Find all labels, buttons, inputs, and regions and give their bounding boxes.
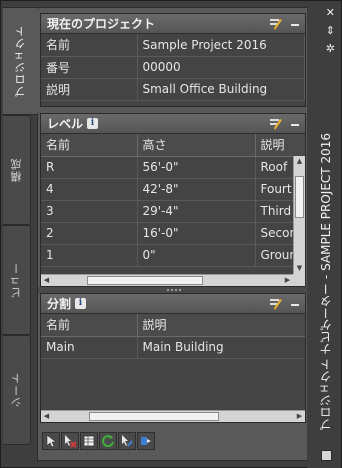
property-name: 名前 — [41, 34, 138, 57]
bottom-toolbar — [42, 432, 155, 454]
vertical-scrollbar[interactable]: ▲ ▼ — [293, 156, 305, 274]
tab-constructs-label: 構成 — [9, 158, 23, 182]
scroll-thumb[interactable] — [295, 176, 304, 218]
level-name: R — [41, 156, 138, 179]
level-height: 29'-4" — [137, 200, 256, 223]
level-height: 42'-8" — [137, 178, 256, 201]
column-header-description[interactable]: 説明 — [137, 314, 305, 337]
level-name: 1 — [41, 244, 138, 267]
palette-grip-icon[interactable] — [321, 450, 332, 461]
table-row[interactable]: 1 0" Groun — [41, 244, 305, 267]
edit-filter-icon[interactable] — [269, 297, 283, 311]
gear-icon[interactable]: ✲ — [326, 43, 335, 54]
current-project-section: 現在のプロジェクト 名前 Sample Project 2016 番号 0000… — [40, 13, 306, 107]
minimize-icon[interactable] — [291, 24, 299, 26]
palette-title-bar[interactable]: ✕ ⇕ ✲ プロジェクト ナビゲーター - SAMPLE PROJECT 201… — [307, 1, 341, 468]
divisions-section: 分割 i 名前 説明 Main Main Building ◀ ▶ — [40, 293, 306, 423]
levels-section: レベル i 名前 高さ 説明 R 56'-0" Roof 4 42'-8" Fo… — [40, 113, 306, 287]
table-row[interactable]: 3 29'-4" Third — [41, 200, 305, 223]
scroll-thumb[interactable] — [89, 412, 219, 421]
current-project-title: 現在のプロジェクト — [47, 17, 156, 31]
tab-views[interactable]: ビュー — [3, 225, 31, 335]
synchronize-icon[interactable] — [137, 432, 155, 450]
level-height: 16'-0" — [137, 222, 256, 245]
info-icon[interactable]: i — [87, 118, 99, 129]
divisions-header: 分割 i — [41, 294, 305, 314]
level-name: 4 — [41, 178, 138, 201]
property-value[interactable]: Small Office Building — [137, 78, 305, 101]
tab-views-label: ビュー — [9, 262, 23, 298]
edit-filter-icon[interactable] — [269, 17, 283, 31]
levels-header: レベル i — [41, 114, 305, 134]
level-name: 2 — [41, 222, 138, 245]
property-value[interactable]: Sample Project 2016 — [137, 34, 305, 57]
level-height: 0" — [137, 244, 256, 267]
table-row[interactable]: 番号 00000 — [41, 56, 305, 79]
property-name: 説明 — [41, 78, 138, 101]
repath-icon[interactable] — [118, 432, 136, 450]
info-icon[interactable]: i — [75, 298, 87, 309]
scroll-up-arrow-icon[interactable]: ▲ — [294, 156, 305, 167]
scroll-left-arrow-icon[interactable]: ◀ — [41, 411, 52, 422]
divisions-title: 分割 — [47, 297, 72, 311]
column-header-name[interactable]: 名前 — [41, 314, 138, 337]
table-row[interactable]: R 56'-0" Roof — [41, 156, 305, 179]
property-value[interactable]: 00000 — [137, 56, 305, 79]
tab-sheets[interactable]: シート — [3, 335, 31, 445]
tab-constructs[interactable]: 構成 — [3, 115, 31, 225]
division-description: Main Building — [137, 336, 305, 359]
select-icon[interactable] — [42, 432, 60, 450]
tab-sheets-label: シート — [9, 372, 23, 408]
scroll-right-arrow-icon[interactable]: ▶ — [294, 411, 305, 422]
table-row[interactable]: Main Main Building — [41, 336, 305, 359]
level-name: 3 — [41, 200, 138, 223]
current-project-table: 名前 Sample Project 2016 番号 00000 説明 Small… — [41, 34, 305, 101]
scroll-down-arrow-icon[interactable]: ▼ — [294, 263, 305, 274]
column-header-height[interactable]: 高さ — [137, 134, 256, 157]
table-row[interactable]: 4 42'-8" Fourt — [41, 178, 305, 201]
column-header-name[interactable]: 名前 — [41, 134, 138, 157]
tab-project[interactable]: プロジェクト — [3, 7, 39, 115]
side-tabs: プロジェクト 構成 ビュー シート — [3, 1, 39, 468]
levels-grid: 名前 高さ 説明 R 56'-0" Roof 4 42'-8" Fourt 3 … — [41, 134, 305, 286]
main-panel: 現在のプロジェクト 名前 Sample Project 2016 番号 0000… — [37, 7, 310, 461]
palette-title: プロジェクト ナビゲーター - SAMPLE PROJECT 2016 — [315, 133, 335, 431]
delete-icon[interactable] — [61, 432, 79, 450]
minimize-icon[interactable] — [291, 124, 299, 126]
column-header-description[interactable]: 説明 — [255, 134, 305, 157]
refresh-icon[interactable] — [99, 432, 117, 450]
project-navigator-palette: プロジェクト 構成 ビュー シート 現在のプロジェクト 名前 Sample Pr… — [0, 0, 342, 468]
table-icon[interactable] — [80, 432, 98, 450]
horizontal-scrollbar[interactable]: ◀ ▶ — [41, 274, 293, 286]
scroll-left-arrow-icon[interactable]: ◀ — [41, 275, 52, 286]
division-name: Main — [41, 336, 138, 359]
tab-project-label: プロジェクト — [14, 25, 27, 97]
current-project-header: 現在のプロジェクト — [41, 14, 305, 34]
minimize-icon[interactable] — [291, 304, 299, 306]
horizontal-scrollbar[interactable]: ◀ ▶ — [41, 410, 305, 422]
levels-title: レベル — [47, 117, 84, 131]
property-name: 番号 — [41, 56, 138, 79]
autohide-icon[interactable]: ⇕ — [326, 25, 335, 36]
divisions-grid: 名前 説明 Main Main Building ◀ ▶ — [41, 314, 305, 422]
table-row[interactable]: 説明 Small Office Building — [41, 78, 305, 101]
table-row[interactable]: 2 16'-0" Secor — [41, 222, 305, 245]
scroll-corner — [293, 274, 305, 286]
palette-title-text: プロジェクト ナビゲーター - SAMPLE PROJECT 2016 — [318, 133, 333, 431]
table-row[interactable]: 名前 Sample Project 2016 — [41, 34, 305, 57]
scroll-thumb[interactable] — [87, 276, 203, 285]
close-icon[interactable]: ✕ — [326, 7, 335, 18]
scroll-right-arrow-icon[interactable]: ▶ — [282, 275, 293, 286]
edit-filter-icon[interactable] — [269, 117, 283, 131]
level-height: 56'-0" — [137, 156, 256, 179]
